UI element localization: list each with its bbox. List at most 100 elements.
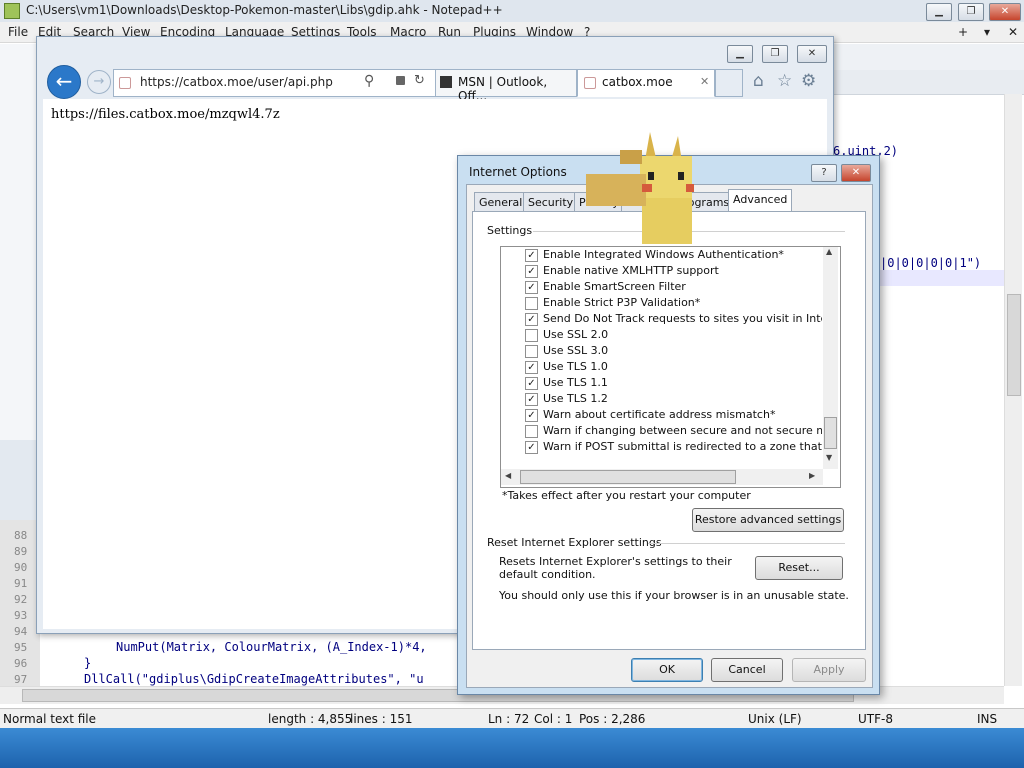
ie-close-button[interactable]: ✕ [797,45,827,63]
reset-warning: You should only use this if your browser… [499,589,849,602]
scroll-right-icon[interactable]: ▶ [809,471,815,480]
status-ln: Ln : 72 [488,712,530,726]
reset-group-label: Reset Internet Explorer settings [487,536,662,549]
reset-button[interactable]: Reset... [755,556,843,580]
setting-label: Warn if POST submittal is redirected to … [543,440,822,453]
scroll-left-icon[interactable]: ◀ [505,471,511,480]
favorites-star-icon[interactable]: ☆ [777,71,792,91]
apply-button[interactable]: Apply [792,658,866,682]
close-button[interactable]: ✕ [989,3,1021,21]
setting-label: Use SSL 3.0 [543,344,609,357]
ie-minimize-button[interactable]: ▁ [727,45,753,63]
status-eol: Unix (LF) [748,712,802,726]
search-icon[interactable]: ⚲ [364,73,374,89]
status-bar: Normal text file length : 4,855 lines : … [0,708,1024,729]
setting-label: Enable native XMLHTTP support [543,264,719,277]
editor-tabbar [832,44,1024,70]
home-icon[interactable]: ⌂ [753,71,764,91]
scrollbar-thumb[interactable] [1007,294,1021,396]
checkbox[interactable]: ✓ [525,313,538,326]
code-line-96: } [84,656,92,670]
checkbox[interactable] [525,297,538,310]
pikachu-sprite [586,132,694,244]
maximize-button[interactable]: ❐ [958,3,984,21]
help-button[interactable]: ? [811,164,837,182]
checkbox[interactable] [525,425,538,438]
checkbox[interactable]: ✓ [525,409,538,422]
editor-toolbar [832,70,1024,95]
settings-group-label: Settings [487,224,533,237]
line-number: 90 [14,561,28,574]
checkbox[interactable]: ✓ [525,281,538,294]
checkbox[interactable]: ✓ [525,361,538,374]
new-tab-plus-icon[interactable]: + [958,25,968,39]
tab-list-dropdown-icon[interactable]: ▾ [984,25,990,39]
reset-description: Resets Internet Explorer's settings to t… [499,555,732,581]
restart-note: *Takes effect after you restart your com… [502,489,751,502]
scrollbar-thumb[interactable] [824,417,837,449]
checkbox[interactable] [525,329,538,342]
line-number: 93 [14,609,28,622]
refresh-icon[interactable]: ↻ [414,73,425,88]
close-tab-icon[interactable]: ✕ [700,75,709,88]
tab-advanced[interactable]: Advanced [728,189,793,213]
notepadpp-titlebar: C:\Users\vm1\Downloads\Desktop-Pokemon-m… [0,0,1024,22]
line-number: 94 [14,625,28,638]
lock-icon[interactable] [396,76,405,85]
line-number-gutter: 88 89 90 91 92 93 94 95 96 97 [0,520,40,686]
checkbox[interactable]: ✓ [525,249,538,262]
reset-group-divider [648,543,845,544]
back-button[interactable]: ← [47,65,81,99]
line-number: 89 [14,545,28,558]
address-text: https://catbox.moe/user/api.php [140,75,333,89]
ie-maximize-button[interactable]: ❐ [762,45,788,63]
ok-button[interactable]: OK [631,658,703,682]
code-line-95: NumPut(Matrix, ColourMatrix, (A_Index-1)… [116,640,427,654]
status-lines: lines : 151 [350,712,413,726]
status-length: length : 4,855 [268,712,353,726]
new-tab-button[interactable] [715,69,743,97]
checkbox[interactable]: ✓ [525,377,538,390]
msn-icon [440,76,452,88]
site-favicon-icon [584,77,596,89]
notepadpp-app-icon [4,3,20,19]
setting-label: Use SSL 2.0 [543,328,609,341]
setting-label: Enable Strict P3P Validation* [543,296,701,309]
minimize-button[interactable]: ▁ [926,3,952,21]
settings-horizontal-scrollbar[interactable]: ◀ ▶ [501,469,823,485]
status-mode: INS [977,712,998,726]
page-text[interactable]: https://files.catbox.moe/mzqwl4.7z [51,107,280,122]
window-title: C:\Users\vm1\Downloads\Desktop-Pokemon-m… [26,3,503,17]
restore-advanced-settings-button[interactable]: Restore advanced settings [692,508,844,532]
setting-label: Send Do Not Track requests to sites you … [543,312,822,325]
address-bar[interactable]: https://catbox.moe/user/api.php ⚲ ↻ [113,69,471,97]
checkbox[interactable]: ✓ [525,265,538,278]
left-bottom-strip [0,440,36,520]
tab-catbox-label: catbox.moe [602,75,673,89]
line-number: 96 [14,657,28,670]
scroll-up-icon[interactable]: ▲ [826,247,832,256]
gear-icon[interactable]: ⚙ [801,71,816,91]
scrollbar-thumb[interactable] [520,470,736,484]
checkbox[interactable]: ✓ [525,441,538,454]
close-doc-icon[interactable]: ✕ [1008,25,1018,39]
checkbox[interactable]: ✓ [525,393,538,406]
status-col: Col : 1 [534,712,573,726]
editor-vertical-scrollbar[interactable] [1004,94,1022,686]
setting-label: Use TLS 1.1 [543,376,608,389]
line-number: 97 [14,673,28,686]
settings-vertical-scrollbar[interactable]: ▲ ▼ [823,247,838,469]
tab-catbox[interactable]: catbox.moe ✕ [577,69,715,97]
cancel-button[interactable]: Cancel [711,658,783,682]
tab-msn[interactable]: MSN | Outlook, Off... [435,69,577,103]
dialog-close-button[interactable]: ✕ [841,164,871,182]
scroll-down-icon[interactable]: ▼ [826,453,832,462]
taskbar [0,728,1024,768]
forward-button[interactable]: → [87,70,111,94]
tab-general[interactable]: General [474,192,528,213]
menu-file[interactable]: File [8,25,28,39]
setting-label: Use TLS 1.2 [543,392,608,405]
code-line-97: DllCall("gdiplus\GdipCreateImageAttribut… [84,672,424,686]
tab-security[interactable]: Security [523,192,579,213]
checkbox[interactable] [525,345,538,358]
